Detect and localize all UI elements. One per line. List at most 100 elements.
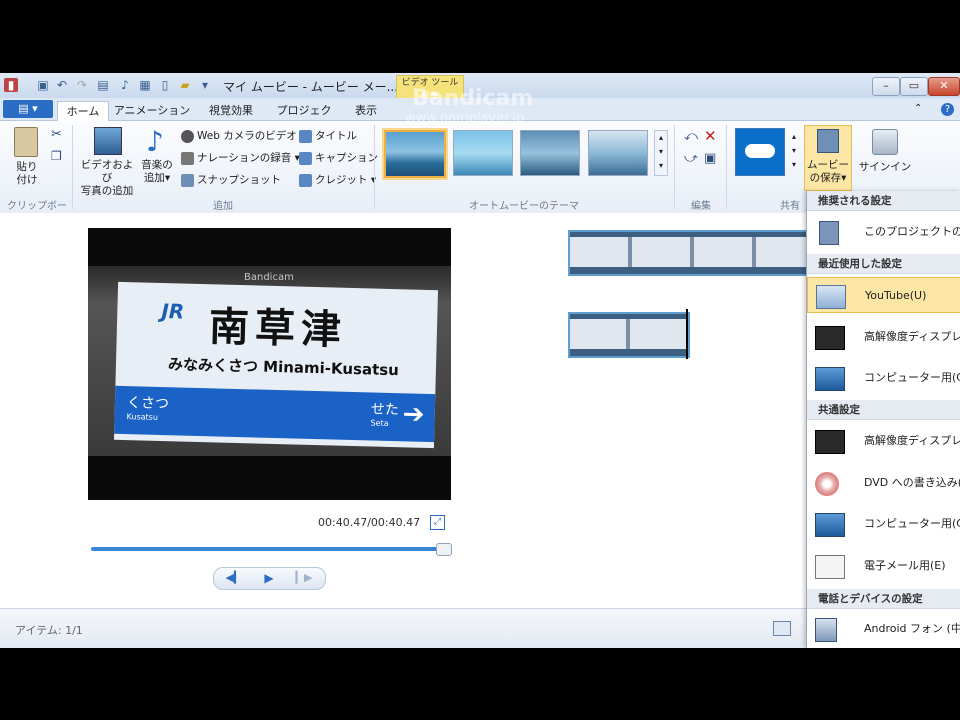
seek-bar[interactable] [91, 547, 449, 551]
tab-project[interactable]: プロジェクト [272, 101, 336, 136]
play-button[interactable]: ▶ [257, 569, 281, 587]
menu-item-project-recommended[interactable]: このプロジェクトの推奨 [807, 214, 960, 250]
paste-icon [14, 127, 38, 157]
menu-section-recent: 最近使用した設定 [807, 254, 960, 274]
caption-button[interactable]: キャプション [299, 150, 378, 166]
maximize-button[interactable]: ▭ [900, 77, 928, 96]
phone-icon [815, 618, 837, 642]
app-icon: ▮ [4, 78, 18, 92]
cut-icon[interactable]: ✂ [51, 127, 62, 142]
menu-section-recommended: 推奨される設定 [807, 191, 960, 211]
rotate-left-icon[interactable]: ⤺ [684, 129, 698, 144]
seek-thumb[interactable] [436, 543, 452, 556]
tab-view[interactable]: 表示 [343, 101, 389, 120]
credits-icon [299, 173, 312, 187]
delete-icon[interactable]: ✕ [704, 127, 717, 145]
menu-item-computer-recent[interactable]: コンピューター用(C) [807, 360, 960, 396]
copy-icon[interactable]: ❐ [51, 149, 62, 163]
fullscreen-icon[interactable]: ⤢ [430, 515, 445, 530]
menu-item-dvd[interactable]: DVD への書き込み(D [807, 465, 960, 501]
rotate-right-icon[interactable]: ⤻ [684, 151, 698, 166]
image-icon[interactable]: ▤ [96, 78, 110, 92]
music-icon[interactable]: ♪ [118, 78, 132, 92]
movie-maker-window: ▮ ▣ ↶ ↷ ▤ ♪ ▦ ▯ ▰ ▾ マイ ムービー - ムービー メー...… [0, 73, 960, 648]
monitor-icon [815, 367, 845, 391]
share-scroll[interactable]: ▴ ▾ ▾ [789, 130, 799, 174]
next-station-kana: せた [370, 401, 400, 419]
credits-button[interactable]: クレジット ▾ [299, 172, 376, 188]
station-sign: JR 南草津 みなみくさつ Minami-Kusatsu くさつ Kusatsu… [113, 281, 439, 449]
menu-item-android-phone[interactable]: Android フォン (中)( [807, 611, 960, 647]
themes-group-label: オートムービーのテーマ [469, 201, 579, 212]
theme-pan-zoom[interactable] [588, 130, 648, 176]
email-icon [815, 555, 845, 579]
help-icon[interactable]: ? [941, 103, 954, 116]
project-recommended-icon [819, 221, 839, 245]
cloud-icon [745, 144, 775, 158]
storyboard-strip[interactable] [568, 230, 810, 276]
folder-icon[interactable]: ▰ [178, 78, 192, 92]
file-menu-button[interactable]: ▤ ▾ [3, 100, 53, 118]
next-frame-button[interactable]: ▎▶ [292, 569, 316, 587]
sign-in-label: サインイン [858, 161, 912, 173]
theme-fade[interactable] [520, 130, 580, 176]
tab-home[interactable]: ホーム [57, 101, 109, 121]
title-button[interactable]: タイトル [299, 128, 357, 144]
webcam-icon [181, 129, 194, 143]
item-count: アイテム: 1/1 [15, 624, 83, 637]
menu-item-hd-display[interactable]: 高解像度ディスプレイ [807, 423, 960, 459]
youtube-globe-icon [816, 285, 846, 309]
theme-contemporary[interactable] [384, 130, 446, 178]
theme-cinematic[interactable] [453, 130, 513, 176]
add-music-button[interactable]: ♪ 音楽の 追加▾ [138, 125, 176, 191]
station-reading: みなみくさつ Minami-Kusatsu [167, 355, 400, 380]
document-icon[interactable]: ▯ [158, 78, 172, 92]
caption-icon [299, 151, 312, 165]
customize-qat-icon[interactable]: ▾ [198, 78, 212, 92]
save-movie-menu: 推奨される設定 このプロジェクトの推奨 最近使用した設定 YouTube(U) … [806, 191, 960, 648]
title-icon [299, 129, 312, 143]
video-inner-watermark: Bandicam [244, 272, 294, 283]
menu-section-common: 共通設定 [807, 400, 960, 420]
minimize-ribbon-icon[interactable]: ⌃ [914, 103, 922, 114]
snapshot-button[interactable]: スナップショット [181, 172, 281, 188]
thumbnail-size-icon[interactable] [773, 621, 791, 636]
user-icon [872, 129, 898, 155]
hd-1080-icon [815, 430, 845, 454]
webcam-video-button[interactable]: Web カメラのビデオ [181, 128, 297, 144]
record-narration-button[interactable]: ナレーションの録音 ▾ [181, 150, 300, 166]
menu-item-hd-display-recent[interactable]: 高解像度ディスプレイ [807, 319, 960, 355]
watermark-url: www.gomplayer.jp [405, 111, 525, 126]
playback-cursor[interactable] [686, 309, 688, 359]
menu-item-computer[interactable]: コンピューター用(C) [807, 506, 960, 542]
undo-icon[interactable]: ↶ [55, 78, 69, 92]
add-video-photo-button[interactable]: ビデオおよび 写真の追加 [78, 125, 136, 197]
previous-frame-button[interactable]: ◀▎ [222, 569, 246, 587]
tab-visual-effects[interactable]: 視覚効果 [196, 101, 266, 120]
minimize-button[interactable]: – [872, 77, 900, 96]
sign-in-button[interactable]: サインイン [858, 125, 912, 189]
add-video-photo-label: ビデオおよび 写真の追加 [80, 159, 134, 197]
time-display: 00:40.47/00:40.47 [318, 516, 421, 529]
film-icon[interactable]: ▦ [138, 78, 152, 92]
music-note-icon: ♪ [146, 125, 164, 158]
tab-animation[interactable]: アニメーション [113, 101, 191, 120]
edit-group-label: 編集 [691, 201, 711, 212]
redo-icon[interactable]: ↷ [75, 78, 89, 92]
menu-item-email[interactable]: 電子メール用(E) [807, 548, 960, 584]
select-all-icon[interactable]: ▣ [704, 151, 716, 166]
snapshot-icon [181, 173, 194, 187]
add-group-label: 追加 [213, 201, 233, 212]
storyboard-clip-selected[interactable] [568, 312, 690, 358]
onedrive-share-button[interactable] [735, 128, 785, 176]
dvd-icon [815, 472, 839, 496]
save-icon[interactable]: ▣ [36, 78, 50, 92]
window-title: マイ ムービー - ムービー メー... [223, 80, 399, 94]
save-movie-button[interactable]: ムービー の保存▾ [804, 125, 852, 191]
close-button[interactable]: ✕ [928, 77, 960, 96]
themes-scroll[interactable]: ▴ ▾ ▾ [654, 130, 668, 176]
microphone-icon [181, 151, 194, 165]
menu-item-youtube[interactable]: YouTube(U) [807, 277, 960, 313]
video-preview[interactable]: JR 南草津 みなみくさつ Minami-Kusatsu くさつ Kusatsu… [88, 228, 451, 500]
paste-button[interactable]: 貼り 付け [8, 125, 46, 191]
